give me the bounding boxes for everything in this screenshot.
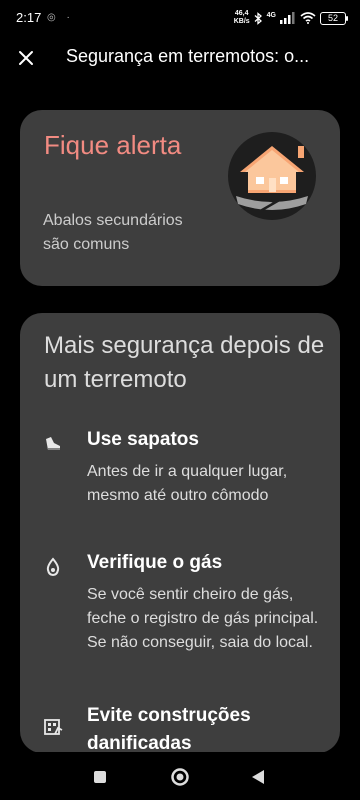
home-button[interactable] [169,766,191,788]
close-icon [19,51,33,65]
alert-title: Fique alerta [44,130,182,160]
page-title: Segurança em terremotos: o... [66,46,310,66]
tips-title: Mais segurança depois de um terremoto [44,332,325,393]
bluetooth-icon [254,11,262,25]
status-bar: 2:17 ◎ · 46,4 KB/s 4G 52 [0,0,360,36]
top-app-bar: Segurança em terremotos: o... [0,36,360,80]
tip-heading: Verifique o gás [87,552,223,573]
tip-body: Antes de ir a qualquer lugar, mesmo até … [87,463,288,504]
close-button[interactable] [12,44,40,72]
recents-button[interactable] [89,766,111,788]
system-nav-bar [0,752,360,800]
back-triangle-icon [252,770,264,784]
alert-subtitle: Abalos secundários são comuns [43,212,183,253]
signal-icon [280,12,295,24]
tip-body: Se você sentir cheiro de gás, feche o re… [87,586,319,651]
status-icons: 46,4 KB/s 4G 52 [233,8,348,28]
network-type: 4G [266,11,276,19]
house-crack-icon [228,132,316,220]
recents-square-icon [94,771,106,783]
net-speed: 46,4 KB/s [233,10,250,25]
gas-flame-icon [46,557,60,577]
battery-icon: 52 [320,11,348,25]
damaged-building-icon [44,719,63,735]
back-button[interactable] [247,766,269,788]
alert-card: Fique alerta Abalos secundários são comu… [20,110,340,286]
home-circle-icon [171,768,189,786]
wifi-icon [300,12,316,24]
tips-card: Mais segurança depois de um terremoto Us… [20,313,340,753]
shoe-icon [46,437,60,450]
status-time: 2:17 [16,10,42,25]
notification-icons: ◎ · [47,12,74,23]
tip-heading: Use sapatos [87,429,199,450]
tip-heading: Evite construções danificadas [87,705,251,753]
